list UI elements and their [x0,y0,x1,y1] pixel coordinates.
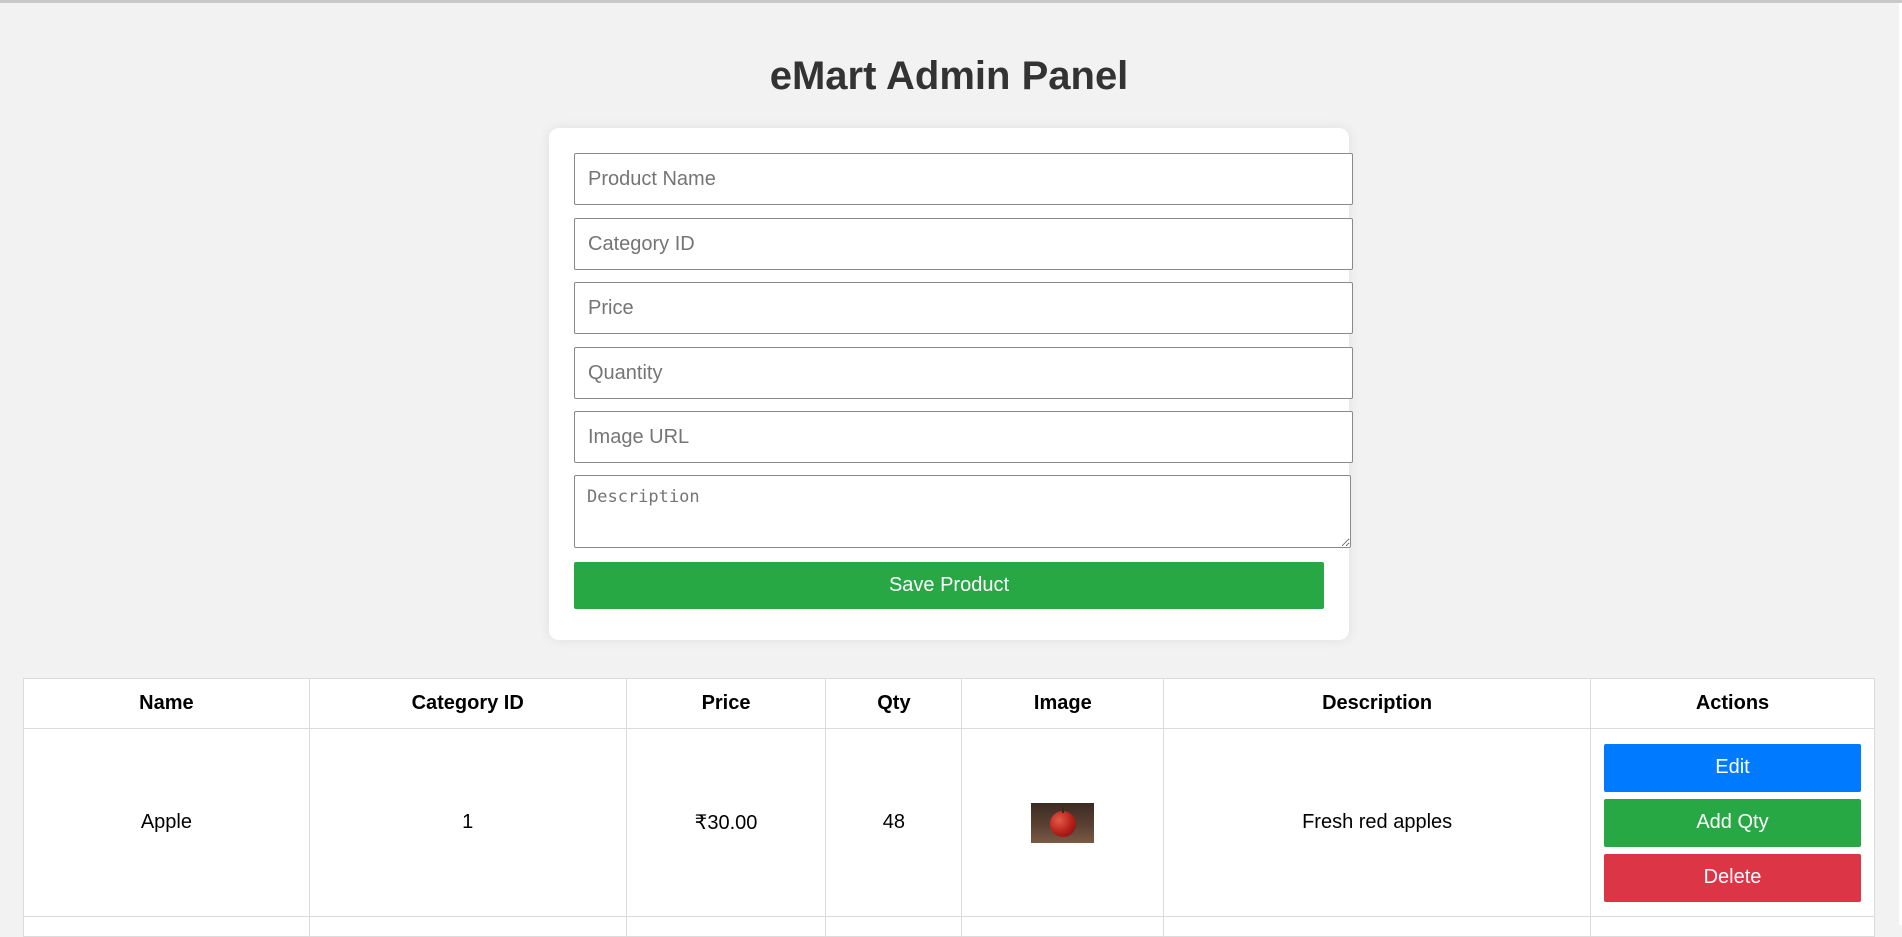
apple-icon [1050,810,1077,837]
cell-actions: Edit Add Qty Delete [1589,728,1876,917]
price-input[interactable] [574,282,1353,334]
category-id-input[interactable] [574,218,1353,270]
table-row-partial [23,916,1876,937]
column-header-category-id: Category ID [308,678,627,729]
column-header-actions: Actions [1589,678,1876,729]
add-qty-button[interactable]: Add Qty [1603,798,1861,847]
cell-qty: 48 [825,728,963,917]
column-header-name: Name [23,678,310,729]
description-textarea[interactable] [574,475,1351,548]
table-header-row: Name Category ID Price Qty Image Descrip… [23,678,1876,729]
image-url-input[interactable] [574,411,1353,463]
cell-name: Apple [23,728,310,917]
products-table: Name Category ID Price Qty Image Descrip… [23,678,1876,937]
save-product-button[interactable]: Save Product [574,562,1324,609]
cell-image [961,728,1165,917]
cell-category-id: 1 [308,728,627,917]
delete-button[interactable]: Delete [1603,853,1861,902]
quantity-input[interactable] [574,347,1353,399]
table-row: Apple 1 ₹30.00 48 Fresh red apples Edit … [23,728,1876,917]
column-header-qty: Qty [825,678,963,729]
cell-description: Fresh red apples [1163,728,1591,917]
apple-stem [1062,806,1065,813]
column-header-description: Description [1163,678,1591,729]
page-title: eMart Admin Panel [769,54,1129,98]
edit-button[interactable]: Edit [1603,743,1861,792]
product-name-input[interactable] [574,153,1353,205]
column-header-price: Price [625,678,827,729]
window-top-border [0,0,1902,3]
apple-thumbnail-image [1031,802,1095,843]
cell-price: ₹30.00 [625,728,827,917]
column-header-image: Image [961,678,1165,729]
